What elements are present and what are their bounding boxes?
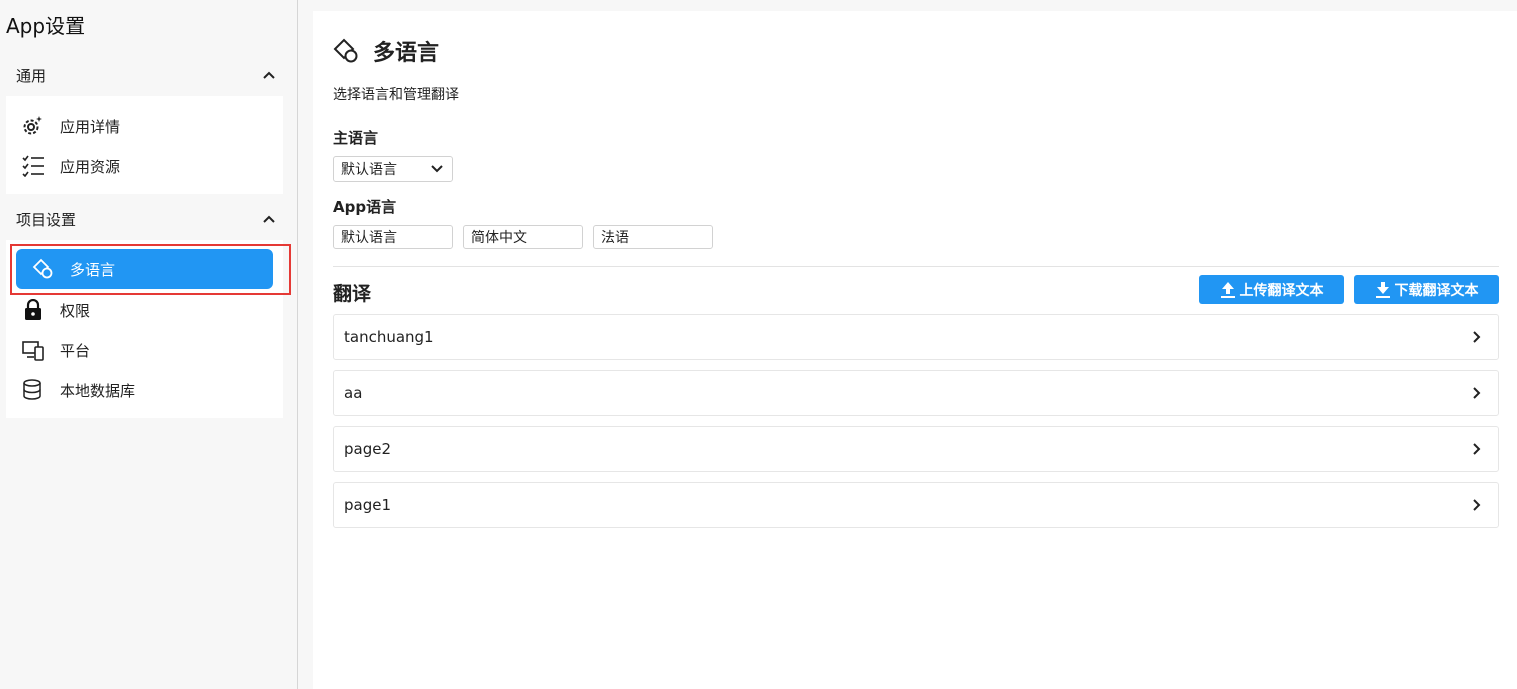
translation-item-label: tanchuang1 (344, 328, 434, 346)
divider (333, 266, 1499, 267)
chevron-up-icon (263, 215, 275, 223)
primary-language-label: 主语言 (333, 129, 379, 147)
sidebar-item-permissions[interactable]: 权限 (6, 290, 263, 330)
chevron-right-icon (1473, 499, 1481, 511)
download-translation-label: 下载翻译文本 (1394, 282, 1479, 299)
chevron-up-icon (263, 71, 275, 79)
translation-list-item[interactable]: page1 (333, 482, 1499, 528)
app-language-label: App语言 (333, 198, 397, 216)
app-language-field[interactable]: 简体中文 (463, 225, 583, 249)
active-item-highlight-outline (10, 244, 291, 295)
section-header-label: 通用 (16, 66, 47, 85)
sidebar-item-label: 权限 (60, 301, 91, 320)
app-language-field[interactable]: 法语 (593, 225, 713, 249)
upload-translation-label: 上传翻译文本 (1239, 282, 1324, 299)
upload-translation-button[interactable]: 上传翻译文本 (1199, 275, 1344, 304)
primary-language-value: 默认语言 (341, 162, 397, 178)
sidebar: App设置 通用 应用详情 应用资源 项目设置 多语言 权限 平台 本地数据库 (0, 0, 298, 689)
translate-icon (333, 38, 358, 63)
chevron-right-icon (1473, 443, 1481, 455)
sidebar-item-label: 应用资源 (60, 157, 121, 176)
translation-list-item[interactable]: page2 (333, 426, 1499, 472)
download-translation-button[interactable]: 下载翻译文本 (1354, 275, 1499, 304)
section-header-project-settings[interactable]: 项目设置 (16, 207, 276, 231)
translation-item-label: aa (344, 384, 363, 402)
page-title-text: 多语言 (373, 41, 440, 66)
database-icon (22, 379, 44, 401)
section-header-general[interactable]: 通用 (16, 63, 276, 87)
gear-sparkle-icon (22, 115, 44, 137)
download-icon (1375, 281, 1390, 298)
translations-section-title: 翻译 (333, 283, 372, 305)
translation-item-label: page2 (344, 440, 392, 458)
translation-item-label: page1 (344, 496, 392, 514)
menu-card-general: 应用详情 应用资源 (6, 96, 283, 194)
sidebar-item-label: 本地数据库 (60, 381, 136, 400)
sidebar-item-app-resources[interactable]: 应用资源 (6, 146, 263, 186)
sidebar-item-label: 平台 (60, 341, 91, 360)
page-subtitle: 选择语言和管理翻译 (333, 87, 459, 103)
page-title: 多语言 (333, 35, 439, 67)
upload-icon (1220, 281, 1235, 298)
chevron-down-icon (431, 165, 443, 173)
main-panel: 多语言 选择语言和管理翻译 主语言 默认语言 App语言 默认语言 简体中文 法… (313, 11, 1517, 689)
devices-icon (22, 339, 44, 361)
sidebar-item-app-details[interactable]: 应用详情 (6, 106, 263, 146)
sidebar-item-label: 应用详情 (60, 117, 121, 136)
section-header-label: 项目设置 (16, 210, 77, 229)
sidebar-item-local-database[interactable]: 本地数据库 (6, 370, 263, 410)
app-title: App设置 (6, 14, 86, 38)
sidebar-item-platform[interactable]: 平台 (6, 330, 263, 370)
primary-language-select[interactable]: 默认语言 (333, 156, 453, 182)
checklist-icon (22, 155, 44, 177)
translation-list-item[interactable]: aa (333, 370, 1499, 416)
app-language-field[interactable]: 默认语言 (333, 225, 453, 249)
chevron-right-icon (1473, 331, 1481, 343)
lock-icon (22, 299, 44, 321)
translation-list-item[interactable]: tanchuang1 (333, 314, 1499, 360)
chevron-right-icon (1473, 387, 1481, 399)
